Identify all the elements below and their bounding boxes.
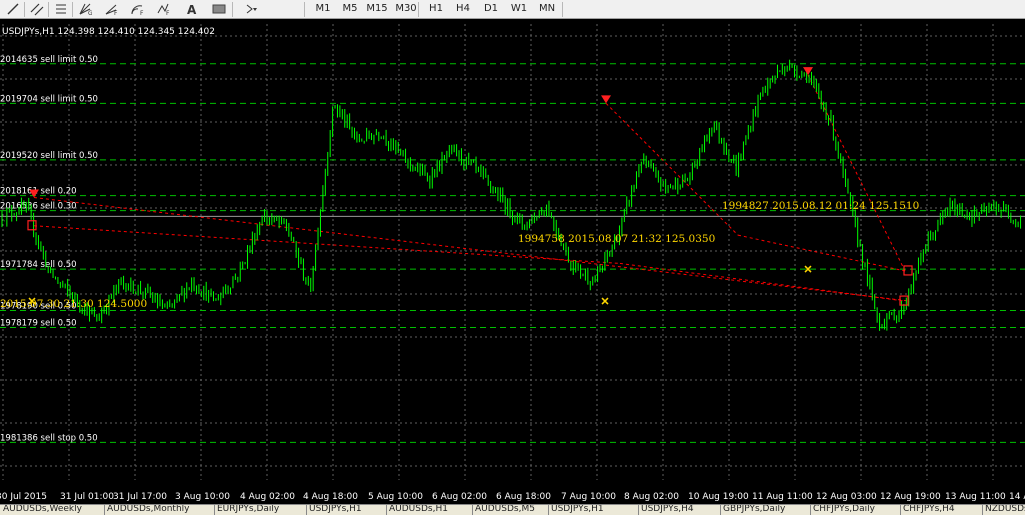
chart-tab[interactable]: AUDUSDs,Weekly [3, 505, 82, 515]
rectangle-icon[interactable] [212, 2, 226, 16]
tab-separator [982, 505, 983, 515]
chart-tab[interactable]: CHFJPYs,Daily [813, 505, 875, 515]
equidistant-channel-icon[interactable] [30, 2, 44, 16]
x-axis-label: 4 Aug 02:00 [240, 492, 295, 502]
chart-toolbar: G F F F A M1 M5 M15 M30 H1 H4 D1 W1 MN [0, 0, 1025, 19]
x-axis-label: 10 Aug 19:00 [688, 492, 749, 502]
toolbar-separator [562, 2, 563, 17]
chart-tab[interactable]: AUDUSDs,H1 [389, 505, 448, 515]
x-axis-label: 12 Aug 03:00 [816, 492, 877, 502]
x-axis-label: 13 Aug 11:00 [945, 492, 1006, 502]
timeframe-button-mn[interactable]: MN [534, 1, 560, 17]
order-level-label: 1971784 sell 0.50 [0, 260, 77, 270]
x-axis-label: 4 Aug 18:00 [303, 492, 358, 502]
x-axis-label: 12 Aug 19:00 [880, 492, 941, 502]
x-axis-label: 7 Aug 10:00 [561, 492, 616, 502]
order-level-label: 2014635 sell limit 0.50 [0, 55, 98, 65]
trade-annotation: 1994758 2015.08.07 21:32 125.0350 [518, 233, 715, 245]
x-axis-label: 3 Aug 10:00 [175, 492, 230, 502]
chart-tab[interactable]: USDJPYs,H1 [551, 505, 604, 515]
toolbar-separator [48, 2, 49, 17]
arrow-dropdown-icon[interactable] [244, 2, 258, 16]
order-cross-icon [601, 297, 609, 305]
svg-text:F: F [140, 10, 144, 16]
chart-tab[interactable]: NZDUSDs [985, 505, 1025, 515]
chart-tab[interactable]: USDJPYs,H1 [309, 505, 362, 515]
chart-tab[interactable]: AUDUSDs,Monthly [107, 505, 190, 515]
x-axis-label: 5 Aug 10:00 [368, 492, 423, 502]
trade-annotation: 1994827 2015.08.12 01:24 125.1510 [722, 200, 919, 212]
sell-arrow-icon[interactable] [601, 95, 611, 104]
price-chart[interactable]: 2014635 sell limit 0.50 2019704 sell limi… [0, 20, 1025, 504]
x-axis-label: 31 Jul 01:00 [60, 492, 114, 502]
svg-text:G: G [88, 10, 92, 16]
toolbar-separator [418, 2, 419, 17]
trend-line-icon[interactable] [6, 2, 20, 16]
order-level-label: 2019704 sell limit 0.50 [0, 94, 98, 104]
tab-separator [386, 505, 387, 515]
tab-separator [720, 505, 721, 515]
tab-separator [104, 505, 105, 515]
close-position-icon[interactable] [27, 220, 37, 231]
timeframe-button-m15[interactable]: M15 [364, 1, 390, 17]
x-axis-label: 6 Aug 02:00 [432, 492, 487, 502]
toolbar-separator [72, 2, 73, 17]
tab-separator [810, 505, 811, 515]
x-axis-label: 8 Aug 02:00 [624, 492, 679, 502]
tab-separator [548, 505, 549, 515]
chart-tab[interactable]: EURJPYs,Daily [217, 505, 279, 515]
gann-fan-icon[interactable]: G [78, 2, 92, 16]
fibonacci-retracement-icon[interactable] [54, 2, 68, 16]
fibonacci-arcs-icon[interactable]: F [130, 2, 144, 16]
fibonacci-expansion-icon[interactable]: F [156, 2, 170, 16]
chart-symbol-header: USDJPYs,H1 124.398 124.410 124.345 124.4… [2, 27, 215, 37]
chart-tab[interactable]: USDJPYs,H4 [641, 505, 694, 515]
timeframe-button-d1[interactable]: D1 [478, 1, 504, 17]
trade-connector-line [807, 74, 906, 272]
timeframe-button-w1[interactable]: W1 [506, 1, 532, 17]
timeframe-button-h4[interactable]: H4 [450, 1, 476, 17]
toolbar-separator [304, 2, 305, 17]
trade-connector-line [33, 197, 911, 302]
chart-tab[interactable]: CHFJPYs,H4 [903, 505, 955, 515]
trade-connector-line [737, 234, 906, 272]
timeframe-button-m1[interactable]: M1 [310, 1, 336, 17]
tab-separator [214, 505, 215, 515]
chart-tab[interactable]: AUDUSDs,M5 [475, 505, 535, 515]
fibonacci-fan-icon[interactable]: F [104, 2, 118, 16]
trade-connector-line [605, 102, 739, 236]
chart-tabs-bar: AUDUSDs,Weekly AUDUSDs,Monthly EURJPYs,Dai… [0, 504, 1025, 515]
order-level-label: 2019520 sell limit 0.50 [0, 151, 98, 161]
svg-text:F: F [166, 10, 170, 16]
chart-tab[interactable]: GBPJPYs,Daily [723, 505, 785, 515]
timeframe-button-h1[interactable]: H1 [424, 1, 448, 17]
timeframe-button-m30[interactable]: M30 [392, 1, 420, 17]
svg-text:F: F [114, 10, 118, 16]
x-axis-label: 6 Aug 18:00 [496, 492, 551, 502]
order-level-label: 1978179 sell 0.50 [0, 318, 77, 328]
x-axis-label: 31 Jul 17:00 [113, 492, 167, 502]
toolbar-separator [24, 2, 25, 17]
trade-annotation: 2015.07.30 21:30 124.5000 [0, 298, 147, 310]
tab-separator [472, 505, 473, 515]
svg-text:A: A [187, 3, 197, 16]
toolbar-separator [232, 2, 233, 17]
tab-separator [638, 505, 639, 515]
tab-separator [900, 505, 901, 515]
order-level-label: 2018161 sell 0.20 [0, 187, 77, 197]
x-axis-label: 14 Aug 03:00 [1009, 492, 1025, 502]
tab-separator [306, 505, 307, 515]
text-icon[interactable]: A [184, 2, 198, 16]
x-axis-label: 30 Jul 2015 [0, 492, 47, 502]
x-axis-label: 11 Aug 11:00 [752, 492, 813, 502]
timeframe-button-m5[interactable]: M5 [338, 1, 362, 17]
order-level-label: 1981386 sell stop 0.50 [0, 433, 98, 443]
